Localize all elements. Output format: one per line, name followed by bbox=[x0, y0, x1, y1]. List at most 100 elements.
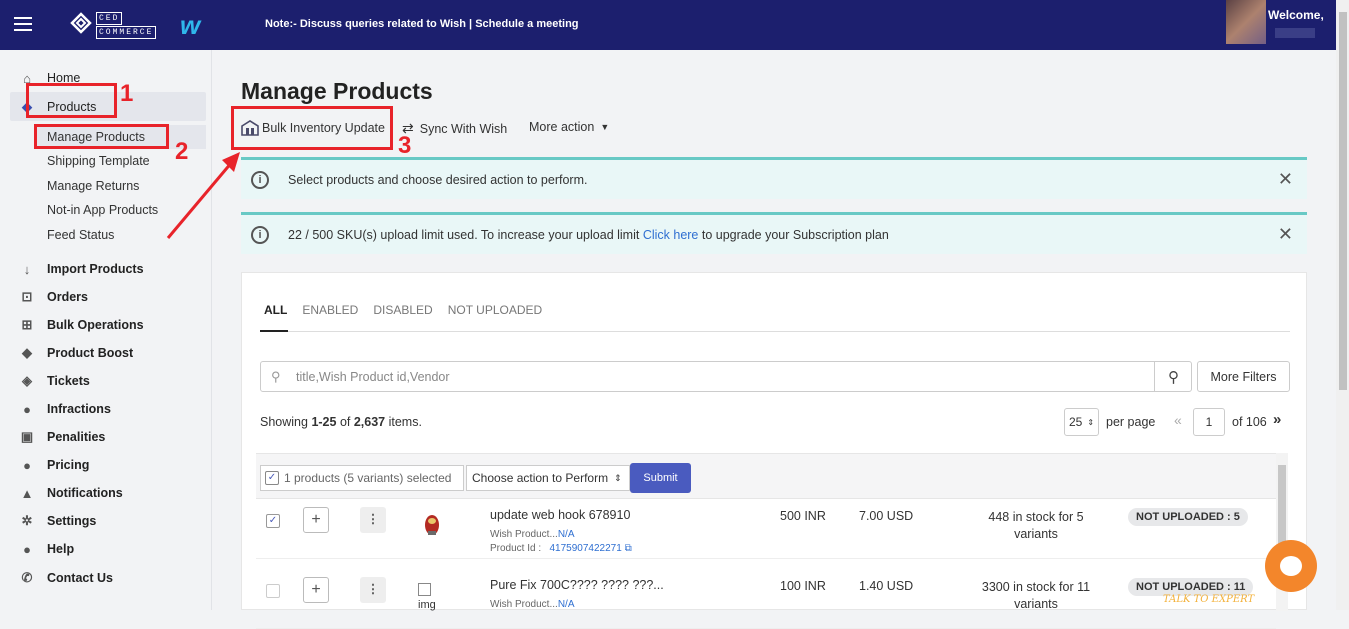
active-tab-underline bbox=[260, 330, 288, 332]
showing-range: 1-25 bbox=[311, 415, 337, 429]
wish-product-value[interactable]: N/A bbox=[558, 599, 575, 610]
row-checkbox[interactable]: ✓ bbox=[266, 514, 280, 528]
top-bar: CED COMMERCE w Note:- Discuss queries re… bbox=[0, 0, 1349, 50]
annotation-box-products bbox=[26, 83, 117, 118]
chat-bubble-icon bbox=[1280, 556, 1302, 576]
product-id-line: Product Id : 4175907422271 ⧉ bbox=[490, 543, 632, 554]
close-icon[interactable]: ✕ bbox=[1278, 169, 1293, 190]
submit-button[interactable]: Submit bbox=[630, 463, 691, 493]
help-icon: ● bbox=[23, 541, 31, 557]
page-input[interactable]: 1 bbox=[1193, 408, 1225, 436]
note-text: Note:- Discuss queries related to Wish | bbox=[265, 18, 476, 30]
user-name-redacted bbox=[1275, 28, 1315, 38]
sidebar-item-penalities[interactable]: ▣ Penalities bbox=[0, 425, 212, 449]
sync-label: Sync With Wish bbox=[419, 121, 508, 136]
avatar[interactable] bbox=[1226, 0, 1266, 44]
sidebar-item-label: Pricing bbox=[47, 458, 90, 472]
bulk-inventory-label: Bulk Inventory Update bbox=[262, 121, 385, 135]
sidebar-item-tickets[interactable]: ◈ Tickets bbox=[0, 369, 212, 393]
row-checkbox[interactable] bbox=[266, 584, 280, 598]
product-title[interactable]: update web hook 678910 bbox=[490, 508, 630, 522]
tab-disabled[interactable]: DISABLED bbox=[373, 303, 432, 317]
product-id-link[interactable]: 4175907422271 bbox=[549, 543, 621, 554]
selection-summary[interactable]: ✓ 1 products (5 variants) selected bbox=[260, 465, 464, 491]
action-select[interactable]: Choose action to Perform ⇕ bbox=[466, 465, 630, 491]
page-total: of 106 bbox=[1232, 415, 1267, 429]
product-title[interactable]: Pure Fix 700C???? ???? ???... bbox=[490, 578, 664, 592]
sidebar-item-import-products[interactable]: ↓ Import Products bbox=[0, 257, 212, 281]
next-page-icon[interactable]: » bbox=[1273, 411, 1281, 428]
expand-button[interactable]: + bbox=[303, 507, 329, 533]
bell-icon: ▲ bbox=[20, 485, 34, 501]
talk-to-expert-label[interactable]: TALK TO EXPERT bbox=[1163, 594, 1254, 605]
top-note: Note:- Discuss queries related to Wish |… bbox=[265, 18, 579, 30]
download-arrow-icon: ↓ bbox=[23, 261, 31, 277]
close-icon[interactable]: ✕ bbox=[1278, 224, 1293, 245]
caret-down-icon: ▼ bbox=[600, 122, 610, 132]
bulk-inventory-update-button[interactable]: Bulk Inventory Update bbox=[241, 120, 385, 136]
wish-product-line: Wish Product...N/A bbox=[490, 599, 574, 610]
row-menu-button[interactable]: ⋮ bbox=[360, 507, 386, 533]
sync-with-wish-button[interactable]: ⇄ Sync With Wish bbox=[402, 120, 507, 137]
selection-text: 1 products (5 variants) selected bbox=[284, 471, 452, 485]
prev-page-icon[interactable]: « bbox=[1174, 412, 1182, 428]
product-image-broken[interactable]: img bbox=[414, 577, 450, 613]
tab-all[interactable]: ALL bbox=[264, 303, 287, 317]
sidebar-item-settings[interactable]: ✲ Settings bbox=[0, 509, 212, 533]
percent-icon: ▣ bbox=[20, 429, 34, 444]
status-tabs: ALL ENABLED DISABLED NOT UPLOADED bbox=[264, 303, 542, 317]
more-action-dropdown[interactable]: More action ▼ bbox=[529, 120, 609, 134]
external-link-icon[interactable]: ⧉ bbox=[625, 543, 632, 554]
status-badge: NOT UPLOADED : 5 bbox=[1128, 508, 1248, 526]
cedcommerce-logo-icon bbox=[70, 12, 92, 34]
row-menu-button[interactable]: ⋮ bbox=[360, 577, 386, 603]
sidebar-item-contact-us[interactable]: ✆ Contact Us bbox=[0, 566, 212, 590]
sidebar-subitem-feed-status[interactable]: Feed Status bbox=[47, 228, 114, 242]
tab-divider bbox=[260, 331, 1290, 332]
more-filters-button[interactable]: More Filters bbox=[1197, 361, 1290, 392]
tab-enabled[interactable]: ENABLED bbox=[302, 303, 358, 317]
sidebar-item-label: Orders bbox=[47, 290, 88, 304]
sidebar-subitem-shipping-template[interactable]: Shipping Template bbox=[47, 154, 150, 168]
annotation-arrow bbox=[166, 152, 240, 239]
wish-product-value[interactable]: N/A bbox=[558, 529, 575, 540]
sidebar-item-pricing[interactable]: ● Pricing bbox=[0, 453, 212, 477]
table-row: + ⋮ img Pure Fix 700C???? ???? ???... Wi… bbox=[256, 571, 1276, 629]
select-all-checkbox[interactable]: ✓ bbox=[265, 471, 279, 485]
hamburger-menu-icon[interactable] bbox=[14, 17, 32, 31]
sidebar-item-notifications[interactable]: ▲ Notifications bbox=[0, 481, 212, 505]
expand-button[interactable]: + bbox=[303, 577, 329, 603]
chat-button[interactable] bbox=[1265, 540, 1317, 592]
annotation-number-1: 1 bbox=[120, 80, 134, 107]
price-inr: 100 INR bbox=[780, 579, 826, 593]
search-button[interactable]: ⚲ bbox=[1154, 361, 1192, 392]
per-page-select[interactable]: 25 ⇕ bbox=[1064, 408, 1099, 436]
upgrade-link[interactable]: Click here bbox=[643, 228, 699, 242]
product-image[interactable] bbox=[414, 507, 450, 543]
inbox-icon: ⊡ bbox=[21, 289, 33, 304]
sidebar-subitem-not-in-app[interactable]: Not-in App Products bbox=[47, 203, 158, 217]
sidebar-item-orders[interactable]: ⊡ Orders bbox=[0, 285, 212, 309]
wish-product-label: Wish Product... bbox=[490, 599, 558, 610]
wish-product-line: Wish Product...N/A bbox=[490, 529, 574, 540]
page-scrollbar-thumb[interactable] bbox=[1339, 12, 1347, 390]
sidebar-item-label: Import Products bbox=[47, 262, 144, 276]
sidebar-item-product-boost[interactable]: ◆ Product Boost bbox=[0, 341, 212, 365]
per-page-value: 25 bbox=[1068, 415, 1083, 429]
action-select-value: Choose action to Perform bbox=[472, 471, 609, 485]
search-input[interactable]: ⚲ title,Wish Product id,Vendor bbox=[260, 361, 1192, 392]
sidebar-item-help[interactable]: ● Help bbox=[0, 537, 212, 561]
page-scrollbar[interactable] bbox=[1336, 0, 1349, 610]
dollar-icon: ● bbox=[23, 457, 31, 473]
stepper-icon: ⇕ bbox=[614, 472, 622, 483]
tab-not-uploaded[interactable]: NOT UPLOADED bbox=[448, 303, 542, 317]
per-page-label: per page bbox=[1106, 415, 1156, 429]
sidebar-item-infractions[interactable]: ● Infractions bbox=[0, 397, 212, 421]
tag-icon: ◆ bbox=[22, 345, 32, 360]
schedule-meeting-link[interactable]: Schedule a meeting bbox=[475, 18, 578, 30]
more-action-label: More action bbox=[529, 120, 595, 134]
sidebar-subitem-manage-returns[interactable]: Manage Returns bbox=[47, 179, 139, 193]
welcome-text[interactable]: Welcome, bbox=[1268, 8, 1324, 22]
sidebar-item-label: Product Boost bbox=[47, 346, 134, 360]
sidebar-item-bulk-operations[interactable]: ⊞ Bulk Operations bbox=[0, 313, 212, 337]
